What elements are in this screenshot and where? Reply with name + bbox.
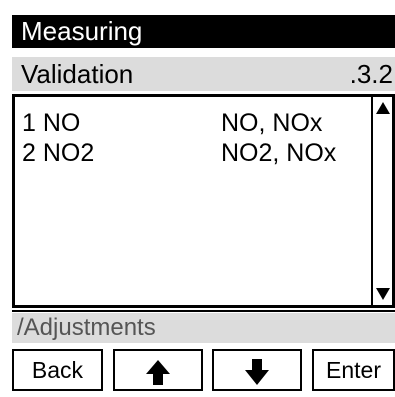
list-panel: 1 NO NO, NOx 2 NO2 NO2, NOx [12, 94, 395, 308]
menu-label: Validation [21, 59, 134, 89]
divider [12, 310, 395, 312]
channel-name: 2 NO2 [22, 139, 95, 167]
channel-components: NO, NOx [221, 109, 323, 137]
channel-components: NO2, NOx [221, 139, 337, 167]
page-title: Measuring [21, 16, 143, 46]
channel-list: 1 NO NO, NOx 2 NO2 NO2, NOx [15, 97, 372, 305]
list-item[interactable]: 1 NO NO, NOx [22, 108, 367, 138]
up-button[interactable] [113, 349, 203, 391]
arrow-down-icon [245, 359, 269, 385]
menu-code: .3.2 [349, 59, 393, 89]
title-bar: Measuring [12, 15, 395, 48]
enter-button[interactable]: Enter [312, 349, 395, 391]
down-button[interactable] [212, 349, 302, 391]
menu-path: /Adjustments [17, 314, 156, 341]
device-screen: Measuring Validation .3.2 1 NO NO, NOx 2… [0, 0, 395, 397]
back-button[interactable]: Back [12, 349, 103, 391]
breadcrumb: /Adjustments [12, 313, 395, 343]
subtitle-bar: Validation .3.2 [12, 57, 395, 91]
list-item[interactable]: 2 NO2 NO2, NOx [22, 138, 367, 168]
triangle-up-icon[interactable] [374, 99, 392, 117]
arrow-up-icon [146, 360, 170, 385]
softkey-row: Back Enter [12, 349, 395, 391]
channel-name: 1 NO [22, 109, 81, 137]
scrollbar[interactable] [371, 97, 392, 305]
triangle-down-icon[interactable] [374, 285, 392, 303]
